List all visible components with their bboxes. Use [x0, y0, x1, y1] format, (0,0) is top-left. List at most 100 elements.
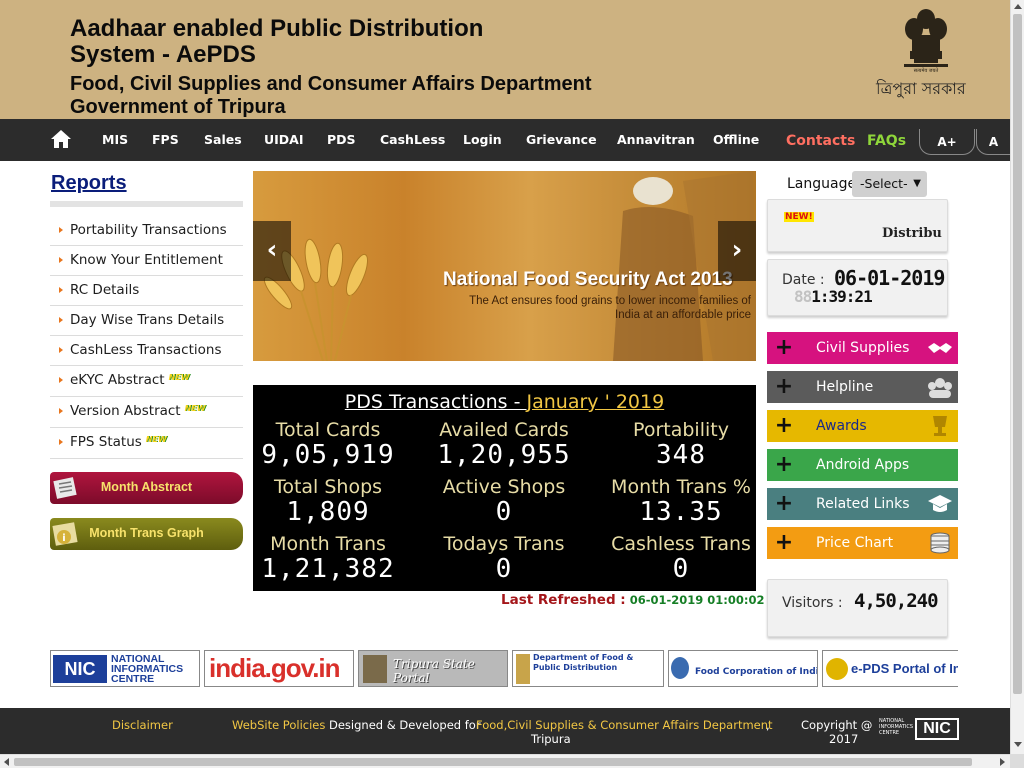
footer-department-link[interactable]: Food,Civil Supplies & Consumer Affairs D… — [476, 718, 773, 732]
stat-value: 0 — [495, 497, 513, 527]
stat-label: Cashless Trans — [611, 533, 751, 555]
nav-mis[interactable]: MIS — [102, 132, 128, 147]
news-ticker[interactable]: NEW! Distribu — [767, 199, 948, 252]
vertical-scrollbar[interactable] — [1010, 0, 1024, 754]
report-know-your-entitlement[interactable]: Know Your Entitlement — [50, 246, 243, 276]
stat-value: 9,05,919 — [261, 440, 395, 470]
carousel-next-button[interactable]: › — [718, 221, 756, 281]
month-trans-graph-button[interactable]: i Month Trans Graph — [50, 518, 243, 550]
nic-text: NATIONAL INFORMATICS CENTRE — [111, 653, 184, 685]
handshake-icon — [928, 343, 952, 353]
report-version-abstract[interactable]: Version Abstract NEW — [50, 397, 243, 428]
main-navbar: MIS FPS Sales UIDAI PDS CashLess Login G… — [0, 119, 1010, 161]
pds-transactions-panel: PDS Transactions - January ' 2019 Total … — [253, 385, 756, 591]
language-label: Language — [787, 176, 857, 192]
stat-total-shops: Total Shops 1,809 — [244, 476, 412, 526]
heading-month-link[interactable]: January ' 2019 — [527, 391, 665, 413]
horizontal-scroll-thumb[interactable] — [14, 758, 972, 766]
footer-disclaimer-link[interactable]: Disclaimer — [112, 718, 173, 732]
partner-logos: NIC NATIONAL INFORMATICS CENTRE india.go… — [50, 650, 958, 688]
nav-faqs[interactable]: FAQs — [867, 133, 906, 149]
india-gov-text: india.gov.in — [209, 653, 341, 683]
quick-link-label: Android Apps — [816, 457, 910, 473]
arrow-right-icon — [59, 408, 63, 414]
time-ghost-digits: 88 — [794, 287, 812, 306]
info-icon: i — [52, 522, 78, 546]
time-digits: 1:39:21 — [811, 287, 872, 306]
scroll-left-icon[interactable] — [4, 758, 9, 766]
visitors-count: 4,50,240 — [854, 590, 939, 612]
heading-label: PDS Transactions - — [344, 391, 527, 413]
plus-icon: + — [774, 452, 794, 477]
date-time-box: Date : 06-01-2019 881:39:21 — [767, 259, 948, 316]
tripura-portal-text: Tripura State Portal — [393, 657, 475, 685]
carousel-prev-button[interactable]: ‹ — [253, 221, 291, 281]
epds-logo[interactable]: e-PDS Portal of Ind — [822, 650, 958, 687]
report-day-wise-trans-details[interactable]: Day Wise Trans Details — [50, 306, 243, 336]
scrollbar-corner — [1010, 754, 1024, 768]
banner-subtitle: The Act ensures food grains to lower inc… — [469, 295, 751, 321]
plus-icon: + — [774, 374, 794, 399]
tripura-portal-logo[interactable]: Tripura State Portal — [358, 650, 508, 687]
quick-link-helpline[interactable]: + Helpline — [767, 371, 958, 403]
horizontal-scrollbar[interactable] — [0, 754, 1010, 768]
scroll-down-icon[interactable] — [1014, 742, 1022, 747]
fci-logo[interactable]: Food Corporation of India — [668, 650, 818, 687]
vertical-scroll-thumb[interactable] — [1013, 14, 1022, 694]
report-cashless-transactions[interactable]: CashLess Transactions — [50, 336, 243, 366]
report-label: Know Your Entitlement — [70, 252, 223, 268]
quick-link-related-links[interactable]: + Related Links — [767, 488, 958, 520]
department-name: Food, Civil Supplies and Consumer Affair… — [70, 73, 592, 119]
report-portability-transactions[interactable]: Portability Transactions — [50, 216, 243, 246]
month-abstract-button[interactable]: Month Abstract — [50, 472, 243, 504]
nav-contacts[interactable]: Contacts — [786, 133, 855, 149]
national-emblem-icon: सत्यमेव जयते — [904, 9, 948, 73]
footer-policies-link[interactable]: WebSite Policies — [232, 718, 325, 732]
quick-link-awards[interactable]: + Awards — [767, 410, 958, 442]
stat-label: Month Trans — [270, 533, 386, 555]
dfpd-logo[interactable]: Department of Food & Public Distribution — [512, 650, 664, 687]
reports-heading: Reports — [51, 172, 127, 194]
quick-link-label: Awards — [816, 418, 867, 434]
arrow-right-icon — [59, 439, 63, 445]
quick-link-android-apps[interactable]: + Android Apps — [767, 449, 958, 481]
site-title: Aadhaar enabled Public Distribution Syst… — [70, 15, 484, 68]
nav-sales[interactable]: Sales — [204, 132, 242, 147]
plus-icon: + — [774, 530, 794, 555]
nav-login[interactable]: Login — [463, 132, 502, 147]
nav-cashless[interactable]: CashLess — [380, 132, 445, 147]
nav-pds[interactable]: PDS — [327, 132, 356, 147]
report-ekyc-abstract[interactable]: eKYC Abstract NEW — [50, 366, 243, 397]
report-fps-status[interactable]: FPS Status NEW — [50, 428, 243, 459]
nav-annavitran[interactable]: Annavitran — [617, 132, 695, 147]
nic-logo[interactable]: NIC NATIONAL INFORMATICS CENTRE — [50, 650, 200, 687]
visitors-box: Visitors : 4,50,240 — [767, 579, 948, 637]
site-header: Aadhaar enabled Public Distribution Syst… — [0, 0, 1010, 119]
reports-list: Portability Transactions Know Your Entit… — [50, 216, 243, 459]
stat-label: Availed Cards — [439, 419, 569, 441]
stat-value: 0 — [495, 554, 513, 584]
plus-icon: + — [774, 335, 794, 360]
report-rc-details[interactable]: RC Details — [50, 276, 243, 306]
nav-grievance[interactable]: Grievance — [526, 132, 597, 147]
nav-uidai[interactable]: UIDAI — [264, 132, 304, 147]
font-increase-button[interactable]: A+ — [919, 129, 975, 155]
stat-label: Portability — [633, 419, 729, 441]
dfpd-text: Department of Food & Public Distribution — [533, 653, 634, 672]
india-gov-logo[interactable]: india.gov.in — [204, 650, 354, 687]
language-select[interactable]: -Select- ▼ — [852, 171, 927, 197]
font-normal-button[interactable]: A — [976, 129, 1010, 155]
quick-link-price-chart[interactable]: + Price Chart — [767, 527, 958, 559]
month-abstract-label: Month Abstract — [100, 480, 193, 494]
dropdown-caret-icon: ▼ — [913, 178, 921, 189]
news-ticker-text[interactable]: Distribu — [882, 226, 946, 241]
stat-label: Month Trans % — [611, 476, 751, 498]
quick-link-civil-supplies[interactable]: + Civil Supplies — [767, 332, 958, 364]
nav-fps[interactable]: FPS — [152, 132, 179, 147]
scroll-right-icon[interactable] — [1000, 758, 1005, 766]
people-icon — [928, 378, 952, 398]
home-icon[interactable] — [50, 129, 72, 149]
scroll-up-icon[interactable] — [1014, 4, 1022, 9]
nav-offline[interactable]: Offline — [713, 132, 759, 147]
fci-text: Food Corporation of India — [695, 667, 818, 677]
